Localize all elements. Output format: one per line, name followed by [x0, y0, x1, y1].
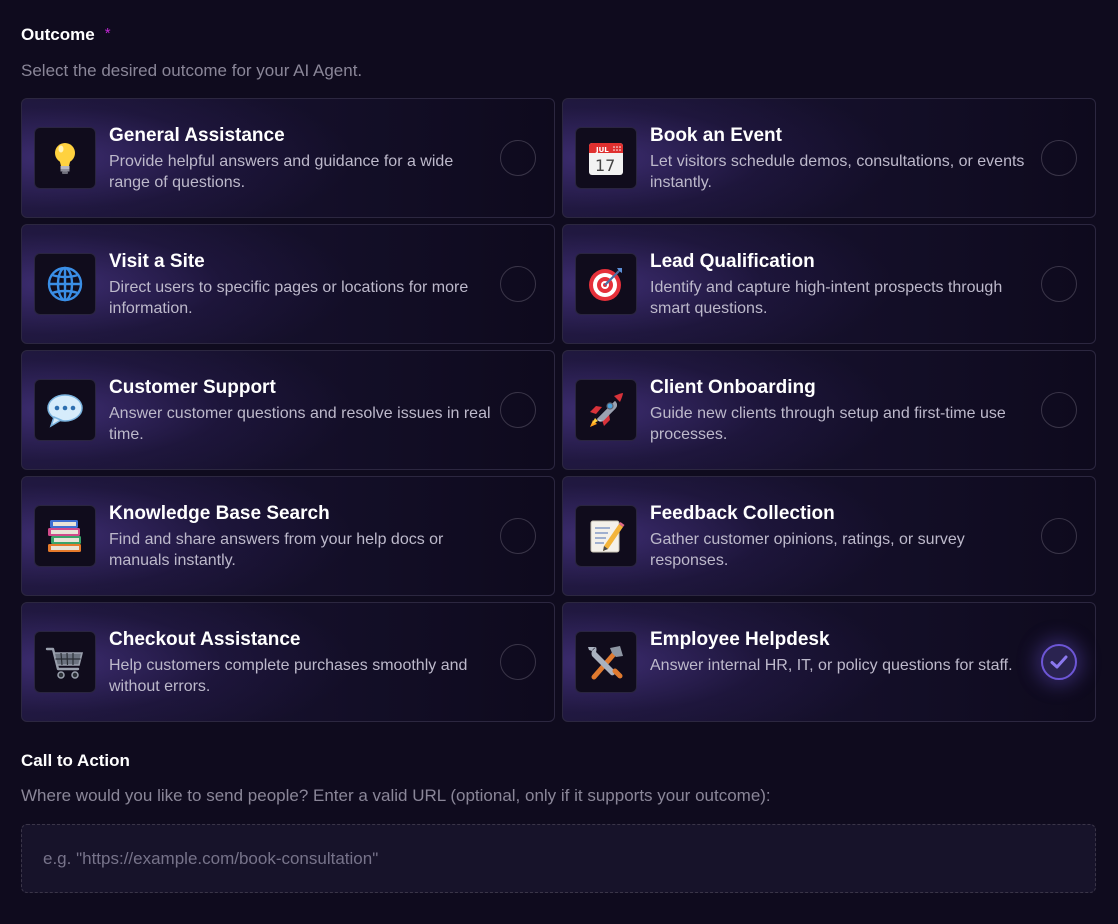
calendar-day-text: 17: [595, 156, 615, 175]
outcome-option-general-assistance[interactable]: General Assistance Provide helpful answe…: [21, 98, 555, 218]
outcome-option-employee-helpdesk[interactable]: Employee Helpdesk Answer internal HR, IT…: [562, 602, 1096, 722]
outcome-option-client-onboarding[interactable]: Client Onboarding Guide new clients thro…: [562, 350, 1096, 470]
tools-icon: [575, 631, 637, 693]
lightbulb-icon: [34, 127, 96, 189]
option-description: Help customers complete purchases smooth…: [109, 657, 468, 695]
option-radio[interactable]: [1041, 140, 1077, 176]
outcome-option-book-an-event[interactable]: JUL 17 Book an Event Let visitors schedu…: [562, 98, 1096, 218]
option-description: Gather customer opinions, ratings, or su…: [650, 531, 965, 569]
option-radio[interactable]: [1041, 518, 1077, 554]
globe-icon: [34, 253, 96, 315]
option-title: Customer Support: [109, 377, 276, 398]
outcome-option-knowledge-base-search[interactable]: Knowledge Base Search Find and share ans…: [21, 476, 555, 596]
target-icon: [575, 253, 637, 315]
option-radio[interactable]: [1041, 392, 1077, 428]
speech-bubble-icon: [34, 379, 96, 441]
outcome-option-customer-support[interactable]: Customer Support Answer customer questio…: [21, 350, 555, 470]
outcome-option-lead-qualification[interactable]: Lead Qualification Identify and capture …: [562, 224, 1096, 344]
option-title: General Assistance: [109, 125, 285, 146]
outcome-option-feedback-collection[interactable]: Feedback Collection Gather customer opin…: [562, 476, 1096, 596]
outcome-hint: Select the desired outcome for your AI A…: [21, 61, 363, 80]
option-radio[interactable]: [500, 644, 536, 680]
option-radio[interactable]: [500, 140, 536, 176]
option-description: Direct users to specific pages or locati…: [109, 279, 469, 317]
option-radio-selected[interactable]: [1041, 644, 1077, 680]
cta-url-input[interactable]: [21, 824, 1096, 893]
option-title: Visit a Site: [109, 251, 205, 272]
cta-label: Call to Action: [21, 751, 130, 770]
option-title: Feedback Collection: [650, 503, 835, 524]
option-radio[interactable]: [500, 266, 536, 302]
outcome-label: Outcome *: [21, 25, 111, 45]
outcome-label-text: Outcome: [21, 25, 95, 44]
calendar-icon: JUL 17: [575, 127, 637, 189]
option-description: Identify and capture high-intent prospec…: [650, 279, 1003, 317]
option-title: Client Onboarding: [650, 377, 816, 398]
option-title: Book an Event: [650, 125, 782, 146]
option-title: Lead Qualification: [650, 251, 815, 272]
shopping-cart-icon: [34, 631, 96, 693]
option-description: Guide new clients through setup and firs…: [650, 405, 1006, 443]
option-title: Checkout Assistance: [109, 629, 301, 650]
rocket-icon: [575, 379, 637, 441]
outcome-options-grid: General Assistance Provide helpful answe…: [21, 98, 1096, 722]
option-description: Provide helpful answers and guidance for…: [109, 153, 454, 191]
cta-hint: Where would you like to send people? Ent…: [21, 786, 771, 805]
checkmark-icon: [1050, 655, 1068, 669]
outcome-option-checkout-assistance[interactable]: Checkout Assistance Help customers compl…: [21, 602, 555, 722]
option-description: Answer internal HR, IT, or policy questi…: [650, 657, 1013, 674]
option-description: Let visitors schedule demos, consultatio…: [650, 153, 1025, 191]
memo-icon: [575, 505, 637, 567]
outcome-form: Outcome * Select the desired outcome for …: [0, 0, 1118, 924]
outcome-option-visit-a-site[interactable]: Visit a Site Direct users to specific pa…: [21, 224, 555, 344]
calendar-month-text: JUL: [595, 146, 609, 154]
option-radio[interactable]: [500, 518, 536, 554]
books-icon: [34, 505, 96, 567]
option-description: Find and share answers from your help do…: [109, 531, 444, 569]
option-title: Employee Helpdesk: [650, 629, 830, 650]
option-description: Answer customer questions and resolve is…: [109, 405, 491, 443]
option-radio[interactable]: [1041, 266, 1077, 302]
option-title: Knowledge Base Search: [109, 503, 330, 524]
required-indicator: *: [104, 25, 111, 42]
option-radio[interactable]: [500, 392, 536, 428]
